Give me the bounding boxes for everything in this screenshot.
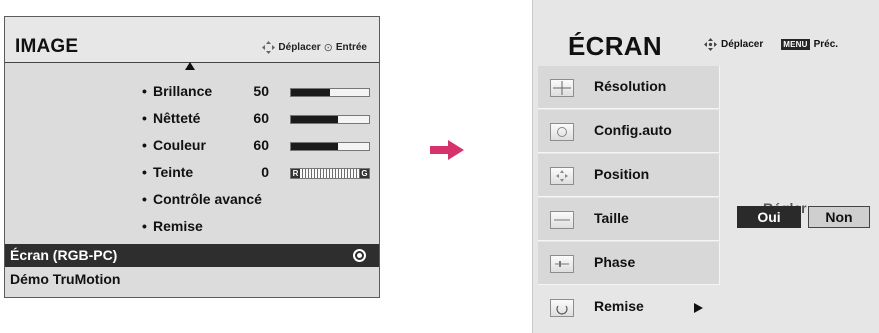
ecran-item-label: Remise: [594, 298, 644, 314]
ecran-menu-title: ÉCRAN: [568, 31, 662, 61]
move-arrows-icon: [262, 41, 276, 54]
option-nettete[interactable]: • Nêtteté 60: [5, 106, 379, 130]
menu-item-ecran-rgb-pc[interactable]: Écran (RGB-PC): [5, 244, 379, 267]
ecran-item-label: Position: [594, 166, 650, 182]
bullet-icon: •: [142, 218, 147, 234]
oui-button[interactable]: Oui: [737, 206, 801, 228]
ecran-item-phase[interactable]: Phase: [538, 242, 720, 285]
ecran-item-taille[interactable]: Taille: [538, 198, 720, 241]
hint-back-label: Préc.: [813, 39, 839, 50]
image-menu-nav-hint: Déplacer ⊙ Entrée: [262, 41, 367, 54]
non-button[interactable]: Non: [808, 206, 870, 228]
menu-key-badge: MENU: [781, 39, 810, 50]
bullet-icon: •: [142, 164, 147, 180]
ecran-item-resolution[interactable]: Résolution: [538, 66, 720, 109]
option-value: 50: [253, 83, 269, 99]
phase-icon: [550, 255, 574, 273]
option-teinte[interactable]: • Teinte 0 R G: [5, 160, 379, 184]
ecran-item-remise[interactable]: Remise: [538, 286, 720, 329]
image-menu-title: IMAGE: [15, 36, 79, 57]
nettete-slider[interactable]: [290, 115, 370, 124]
menu-item-demo-trumotion[interactable]: Démo TruMotion: [5, 268, 379, 294]
option-label: Brillance: [153, 83, 213, 99]
couleur-slider[interactable]: [290, 142, 370, 151]
ecran-item-label: Résolution: [594, 78, 667, 94]
bullet-icon: •: [142, 191, 147, 207]
reset-icon: [550, 299, 574, 317]
submenu-arrow-icon: [694, 303, 703, 313]
option-label: Remise: [153, 218, 203, 234]
bullet-icon: •: [142, 137, 147, 153]
move-arrows-icon: [704, 38, 717, 51]
option-label: Contrôle avancé: [153, 191, 262, 207]
scroll-up-icon[interactable]: [185, 62, 195, 70]
menu-item-label: Démo TruMotion: [10, 271, 121, 287]
selected-radio-icon: [353, 249, 366, 262]
slider-fill: [291, 143, 338, 150]
bullet-icon: •: [142, 83, 147, 99]
teinte-slider[interactable]: R G: [290, 168, 370, 179]
ecran-item-label: Config.auto: [594, 122, 672, 138]
brillance-slider[interactable]: [290, 88, 370, 97]
crosshair-icon: [550, 79, 574, 97]
option-remise[interactable]: • Remise: [5, 214, 379, 238]
position-arrows-icon: [550, 167, 574, 185]
ecran-item-position[interactable]: Position: [538, 154, 720, 197]
option-label: Nêtteté: [153, 110, 201, 126]
menu-item-label: Écran (RGB-PC): [10, 247, 118, 263]
tint-red-label: R: [291, 169, 300, 178]
enter-circle-icon: ⊙: [323, 42, 333, 54]
hint-enter-label: Entrée: [335, 42, 367, 53]
option-value: 60: [253, 137, 269, 153]
ecran-menu-nav-hint: Déplacer MENU Préc.: [704, 38, 838, 51]
bullet-icon: •: [142, 110, 147, 126]
ecran-item-label: Phase: [594, 254, 636, 270]
image-menu-header: IMAGE Déplacer ⊙ Entrée: [5, 17, 379, 63]
ecran-item-config-auto[interactable]: Config.auto: [538, 110, 720, 153]
ecran-options-list: Résolution Config.auto Position Taille P…: [538, 66, 720, 333]
ecran-menu-panel: ÉCRAN Déplacer MENU Préc. Résolution Con…: [532, 0, 879, 333]
hint-move-label: Déplacer: [721, 39, 764, 50]
option-couleur[interactable]: • Couleur 60: [5, 133, 379, 157]
option-brillance[interactable]: • Brillance 50: [5, 79, 379, 103]
option-label: Teinte: [153, 164, 194, 180]
size-icon: [550, 211, 574, 229]
slider-fill: [291, 116, 338, 123]
ecran-item-label: Taille: [594, 210, 629, 226]
auto-config-icon: [550, 123, 574, 141]
option-label: Couleur: [153, 137, 206, 153]
slider-fill: [291, 89, 330, 96]
option-value: 0: [261, 164, 269, 180]
option-controle-avance[interactable]: • Contrôle avancé: [5, 187, 379, 211]
tint-green-label: G: [360, 169, 369, 178]
hint-move-label: Déplacer: [278, 42, 321, 53]
option-value: 60: [253, 110, 269, 126]
transition-arrow-icon: [430, 140, 464, 160]
image-menu-panel: IMAGE Déplacer ⊙ Entrée • Brillance 50 •…: [4, 16, 380, 298]
